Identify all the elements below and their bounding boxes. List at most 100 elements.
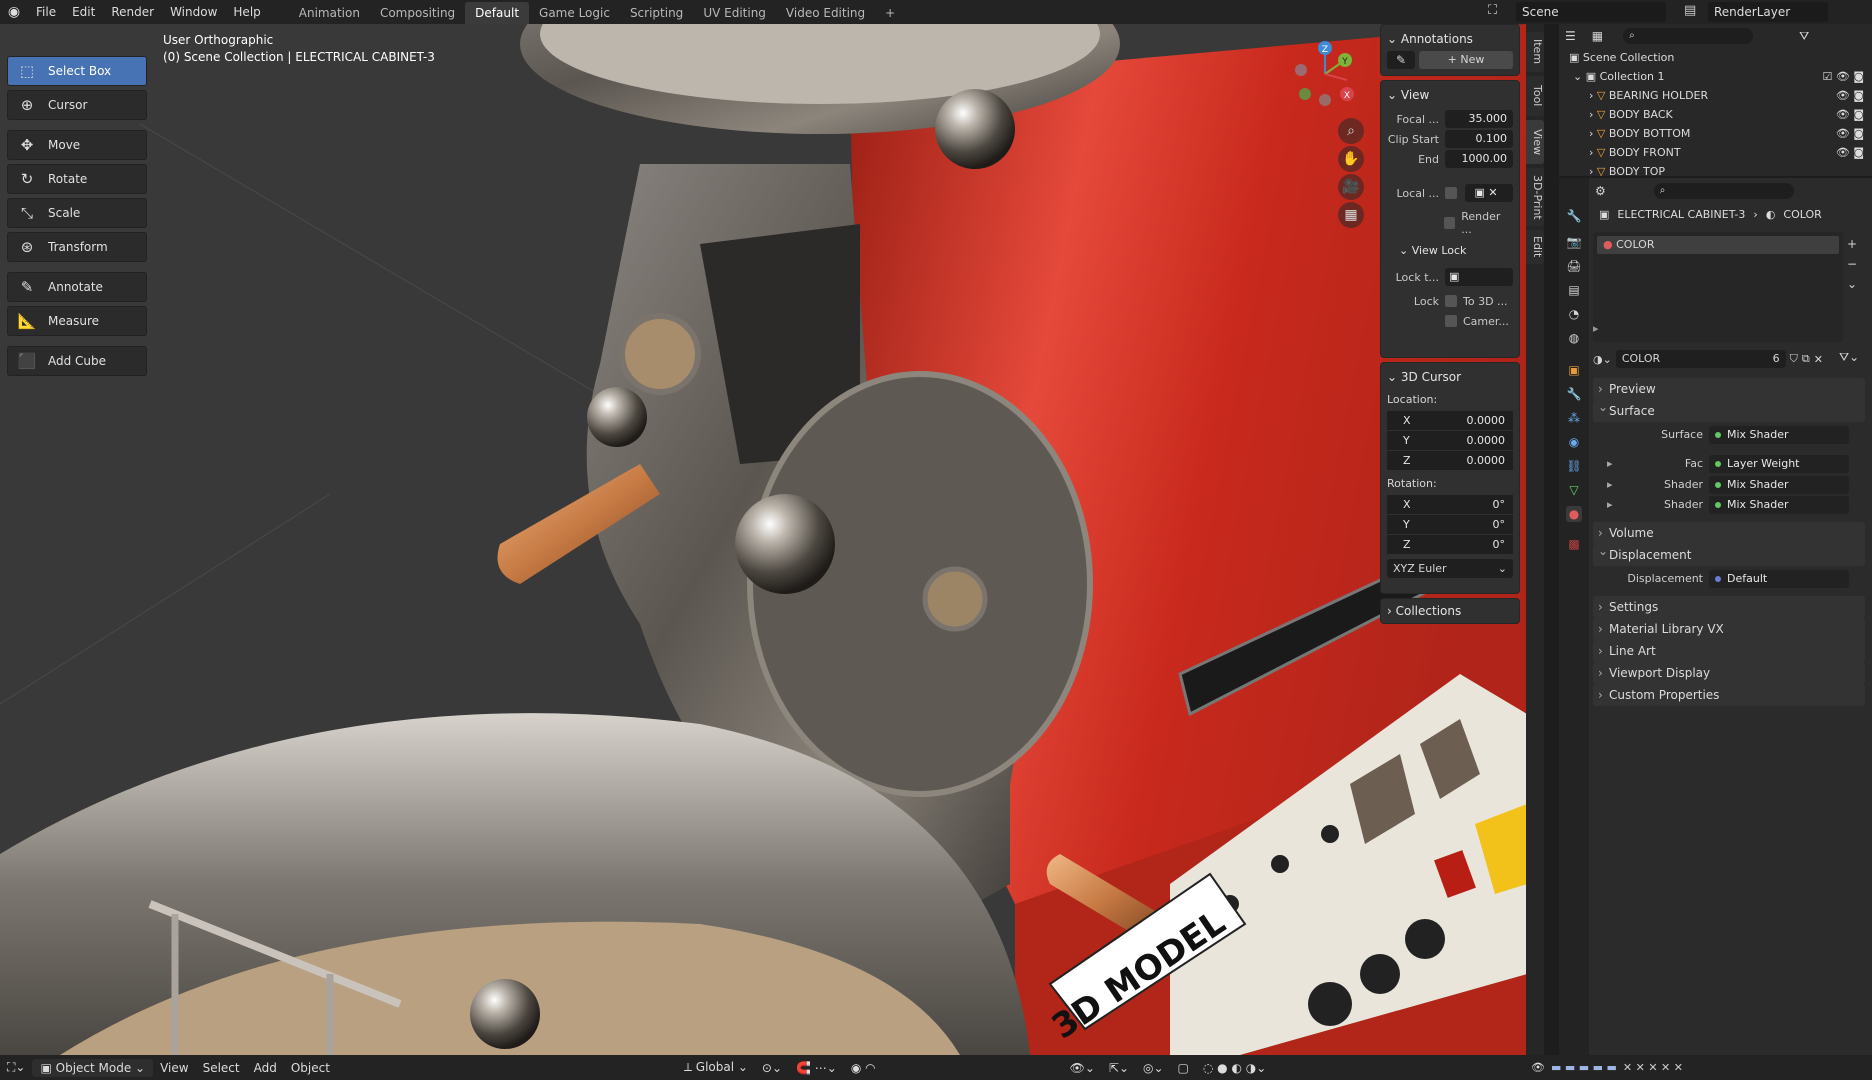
overlay-toggle-icon[interactable]: ◎⌄ [1136,1061,1171,1075]
cursor-location-y[interactable]: Y 0.0000 [1387,431,1513,450]
properties-search-input[interactable]: ⌕ [1653,183,1794,199]
tool-measure[interactable]: 📐 Measure [7,306,147,336]
duplicate-icon[interactable]: ⧉ [1802,352,1810,366]
tab-view[interactable]: View [1526,120,1544,164]
tab-compositing[interactable]: Compositing [370,2,465,24]
shader-field[interactable]: Layer Weight [1709,455,1849,473]
slot-menu-icon[interactable]: ⌄ [1847,274,1857,294]
panel-volume[interactable]: Volume [1593,522,1865,544]
constraints-tab-icon[interactable]: ⛓ [1566,458,1582,474]
expand-arrow-icon[interactable]: ▸ [1593,322,1599,335]
cursor-rotation-z[interactable]: Z 0° [1387,535,1513,554]
rotation-mode-dropdown[interactable]: XYZ Euler ⌄ [1387,559,1513,578]
panel-preview[interactable]: Preview [1593,378,1865,400]
eye-icon[interactable]: 👁 ◙ [1836,86,1864,105]
panel-viewport-display[interactable]: Viewport Display [1593,662,1865,684]
outliner-search-input[interactable]: ⌕ [1623,28,1754,44]
outliner-item[interactable]: › ▽ BODY BACK 👁 ◙ [1559,105,1872,124]
collection-visibility-icons[interactable]: ☑ 👁 ◙ [1823,67,1865,86]
annotation-new-button[interactable]: + New [1419,51,1513,69]
shader-field[interactable]: Mix Shader [1709,496,1849,514]
proportional-edit-icon[interactable]: ◉ ◠ [844,1061,883,1075]
3d-viewport[interactable]: 3D MODEL User Orthographic (0) Scene Col… [0,24,1527,1055]
menu-window[interactable]: Window [162,0,225,24]
filter-icon[interactable]: ⛛ [1799,29,1809,44]
expand-arrow-icon[interactable]: ▸ [1607,478,1613,491]
tab-default[interactable]: Default [465,2,530,24]
link-filter-icon[interactable]: ⛛⌄ [1839,350,1859,365]
tool-select-box[interactable]: ⬚ Select Box [7,56,147,86]
unlink-icon[interactable]: ✕ [1814,353,1823,366]
render-region-checkbox[interactable] [1443,217,1456,229]
3d-cursor-title[interactable]: ⌄ 3D Cursor [1387,367,1513,387]
tab-uv-editing[interactable]: UV Editing [693,2,776,24]
editor-type-icon[interactable]: ⛶⌄ [0,1060,32,1075]
view-lock-title[interactable]: ⌄ View Lock [1387,241,1513,261]
material-slot-item[interactable]: ● COLOR [1597,236,1839,254]
annotations-title[interactable]: ⌄ Annotations [1387,29,1513,49]
tool-cursor[interactable]: ⊕ Cursor [7,90,147,120]
texture-tab-icon[interactable]: ▩ [1566,536,1582,552]
scene-tab-icon[interactable]: ◔ [1566,306,1582,322]
collection-row[interactable]: ⌄ ▣ Collection 1 ☑ 👁 ◙ [1559,67,1872,86]
panel-displacement[interactable]: Displacement [1593,540,1865,566]
tool-scale[interactable]: ⤡ Scale [7,198,147,228]
scene-selector-icon[interactable]: ⛶ [1488,3,1497,18]
add-slot-button[interactable]: + [1847,234,1857,254]
eye-icon[interactable]: 👁 ◙ [1836,105,1864,124]
blender-logo-icon[interactable]: ◉ [0,0,28,24]
cursor-location-x[interactable]: X 0.0000 [1387,411,1513,430]
view-title[interactable]: ⌄ View [1387,85,1513,105]
tab-3d-print[interactable]: 3D-Print [1526,168,1544,226]
material-name-field[interactable]: COLOR 6 [1615,350,1786,368]
panel-material-library[interactable]: Material Library VX [1593,618,1865,640]
view-layer-icon[interactable]: ▤ [1684,3,1696,18]
focal-length-field[interactable]: 35.000 [1445,110,1513,128]
scene-field[interactable]: Scene [1516,2,1666,22]
fake-user-icon[interactable]: ⛉ [1790,352,1798,366]
panel-surface[interactable]: Surface [1593,396,1865,422]
tab-edit[interactable]: Edit [1526,230,1544,264]
scene-collection-row[interactable]: ▣ Scene Collection [1559,48,1872,67]
gizmo-neg-y[interactable] [1299,88,1311,100]
menu-edit[interactable]: Edit [64,0,103,24]
panel-settings[interactable]: Settings [1593,596,1865,618]
panel-custom-properties[interactable]: Custom Properties [1593,684,1865,706]
shader-field[interactable]: Mix Shader [1709,476,1849,494]
expand-arrow-icon[interactable]: ▸ [1607,498,1613,511]
camera-view-icon[interactable]: 🎥 [1338,174,1364,200]
menu-help[interactable]: Help [225,0,268,24]
cursor-rotation-x[interactable]: X 0° [1387,495,1513,514]
xray-icon[interactable]: ▢ [1171,1061,1196,1075]
tab-animation[interactable]: Animation [289,2,370,24]
data-tab-icon[interactable]: ▽ [1566,482,1582,498]
tool-move[interactable]: ✥ Move [7,130,147,160]
tab-game-logic[interactable]: Game Logic [529,2,620,24]
eye-icon[interactable]: 👁 ◙ [1836,143,1864,162]
remove-slot-button[interactable]: − [1847,254,1857,274]
collections-panel[interactable]: › Collections [1380,598,1520,624]
menu-file[interactable]: File [28,0,64,24]
lock-to-3d-cursor-checkbox[interactable] [1445,295,1457,307]
render-layer-field[interactable]: RenderLayer [1708,2,1828,22]
collection-toggle-icon[interactable]: ▬ ▬ ▬ ▬ ▬ [1551,1061,1617,1074]
orientation-dropdown[interactable]: ⟂ Global ⌄ [677,1060,755,1075]
editor-type-icon[interactable]: ⚙ [1595,184,1606,198]
tool-annotate[interactable]: ✎ Annotate [7,272,147,302]
browse-material-icon[interactable]: ◑⌄ [1593,353,1612,366]
output-tab-icon[interactable]: 🖨 [1566,258,1582,274]
eye-icon[interactable]: 👁 ◙ [1836,124,1864,143]
menu-render[interactable]: Render [103,0,162,24]
lock-to-object-field[interactable]: ▣ [1445,268,1513,286]
outliner-item[interactable]: › ▽ BEARING HOLDER 👁 ◙ [1559,86,1872,105]
tab-item[interactable]: Item [1526,32,1544,72]
clip-end-field[interactable]: 1000.00 [1445,150,1513,168]
render-tab-icon[interactable]: 📷 [1566,234,1582,250]
tool-add-cube[interactable]: ⬛ Add Cube [7,346,147,376]
physics-tab-icon[interactable]: ◉ [1566,434,1582,450]
view-layer-tab-icon[interactable]: ▤ [1566,282,1582,298]
expand-arrow-icon[interactable]: ▸ [1607,457,1613,470]
tool-tab-icon[interactable]: 🔧 [1566,208,1582,224]
tab-scripting[interactable]: Scripting [620,2,693,24]
eye-icon[interactable]: 👁 [1531,1061,1545,1074]
